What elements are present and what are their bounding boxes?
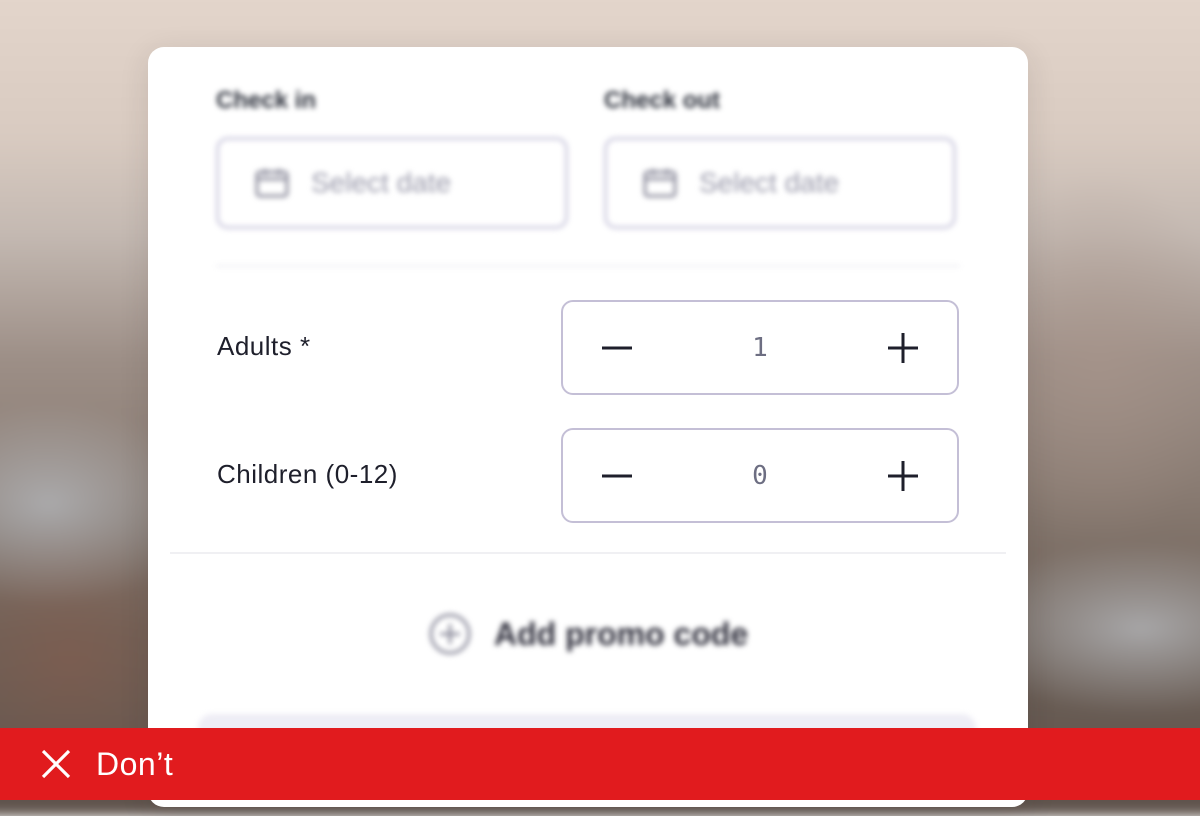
adults-increment-button[interactable] (875, 320, 931, 376)
dont-banner: Don’t (0, 728, 1200, 800)
add-promo-code-label: Add promo code (494, 615, 749, 652)
children-stepper: 0 (561, 428, 959, 523)
dont-label: Don’t (96, 745, 174, 782)
check-out-label: Check out (604, 87, 721, 114)
calendar-icon (643, 168, 677, 198)
check-in-date-input[interactable]: Select date (216, 137, 568, 229)
check-in-placeholder: Select date (311, 167, 452, 198)
booking-card: Check in Check out Select date Select da… (148, 47, 1028, 807)
check-out-placeholder: Select date (699, 167, 840, 198)
adults-stepper: 1 (561, 300, 959, 395)
plus-circle-icon (429, 613, 471, 655)
plus-icon (888, 332, 918, 363)
adults-label: Adults * (217, 331, 311, 361)
divider (170, 552, 1006, 554)
plus-icon (888, 460, 918, 491)
children-increment-button[interactable] (875, 448, 931, 504)
children-label: Children (0-12) (217, 459, 398, 489)
check-in-label: Check in (216, 87, 317, 114)
close-icon (41, 749, 71, 779)
check-out-date-input[interactable]: Select date (604, 137, 956, 229)
add-promo-code-button[interactable]: Add promo code (428, 612, 748, 656)
divider (216, 265, 960, 267)
calendar-icon (255, 168, 289, 198)
